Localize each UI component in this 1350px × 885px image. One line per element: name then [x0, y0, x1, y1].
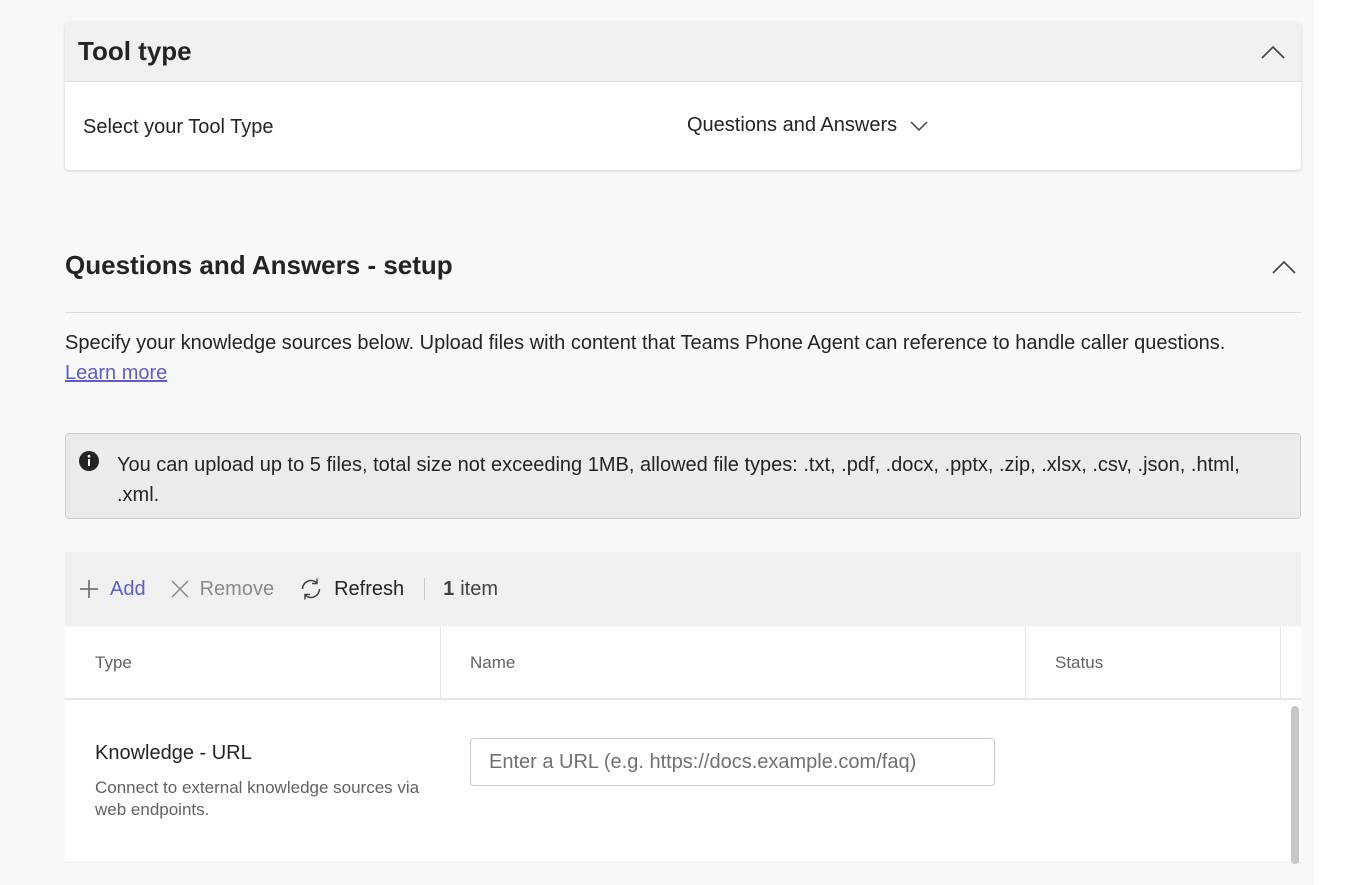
- tool-type-selected-value: Questions and Answers: [687, 114, 898, 136]
- section-divider: [65, 312, 1301, 313]
- tool-type-collapse-button[interactable]: [1259, 38, 1287, 66]
- item-count-label: item: [460, 577, 499, 600]
- page: Tool type Select your Tool Type Question…: [0, 0, 1314, 885]
- tool-type-label: Select your Tool Type: [83, 116, 274, 138]
- qa-setup-collapse-button[interactable]: [1271, 259, 1297, 280]
- add-button[interactable]: Add: [78, 578, 146, 601]
- learn-more-link[interactable]: Learn more: [65, 362, 167, 384]
- tool-type-card: Tool type Select your Tool Type Question…: [65, 22, 1301, 170]
- table-toolbar: Add Remove Refresh 1 item: [65, 552, 1301, 626]
- refresh-button[interactable]: Refresh: [298, 576, 404, 602]
- table-row: Knowledge - URL Connect to external know…: [65, 702, 1301, 863]
- column-header-type[interactable]: Type: [65, 627, 441, 699]
- remove-button-label: Remove: [199, 577, 275, 600]
- add-button-label: Add: [110, 577, 146, 600]
- info-message-text: You can upload up to 5 files, total size…: [117, 454, 1240, 506]
- column-header-name[interactable]: Name: [441, 627, 1026, 699]
- url-input[interactable]: [470, 738, 995, 786]
- refresh-button-label: Refresh: [334, 577, 405, 600]
- table-scrollbar[interactable]: [1291, 706, 1301, 864]
- row-type-description: Connect to external knowledge sources vi…: [95, 778, 420, 819]
- qa-setup-description-text: Specify your knowledge sources below. Up…: [65, 332, 1226, 354]
- scrollbar-thumb[interactable]: [1291, 706, 1299, 864]
- qa-setup-description: Specify your knowledge sources below. Up…: [65, 328, 1301, 388]
- qa-setup-title: Questions and Answers - setup: [65, 250, 453, 280]
- plus-icon: [80, 580, 98, 598]
- knowledge-sources-table: Type Name Status Knowledge - URL Connect…: [65, 627, 1301, 863]
- tool-type-body: Select your Tool Type Questions and Answ…: [65, 82, 1301, 169]
- item-count-number: 1: [443, 577, 455, 600]
- row-type-title: Knowledge - URL: [95, 742, 252, 764]
- tool-type-title: Tool type: [78, 36, 192, 66]
- close-icon: [171, 580, 189, 598]
- refresh-icon: [301, 578, 321, 600]
- chevron-up-icon: [1261, 45, 1285, 59]
- chevron-up-icon: [1272, 260, 1296, 274]
- toolbar-separator: [424, 578, 426, 600]
- chevron-down-icon: [910, 120, 928, 131]
- tool-type-dropdown[interactable]: Questions and Answers: [687, 114, 929, 137]
- info-message-bar: You can upload up to 5 files, total size…: [65, 433, 1301, 519]
- info-icon: [79, 451, 99, 471]
- column-header-status[interactable]: Status: [1026, 627, 1281, 699]
- remove-button[interactable]: Remove: [170, 578, 274, 601]
- table-header: Type Name Status: [65, 627, 1301, 700]
- item-count: 1 item: [443, 578, 498, 601]
- tool-type-header: Tool type: [65, 22, 1301, 82]
